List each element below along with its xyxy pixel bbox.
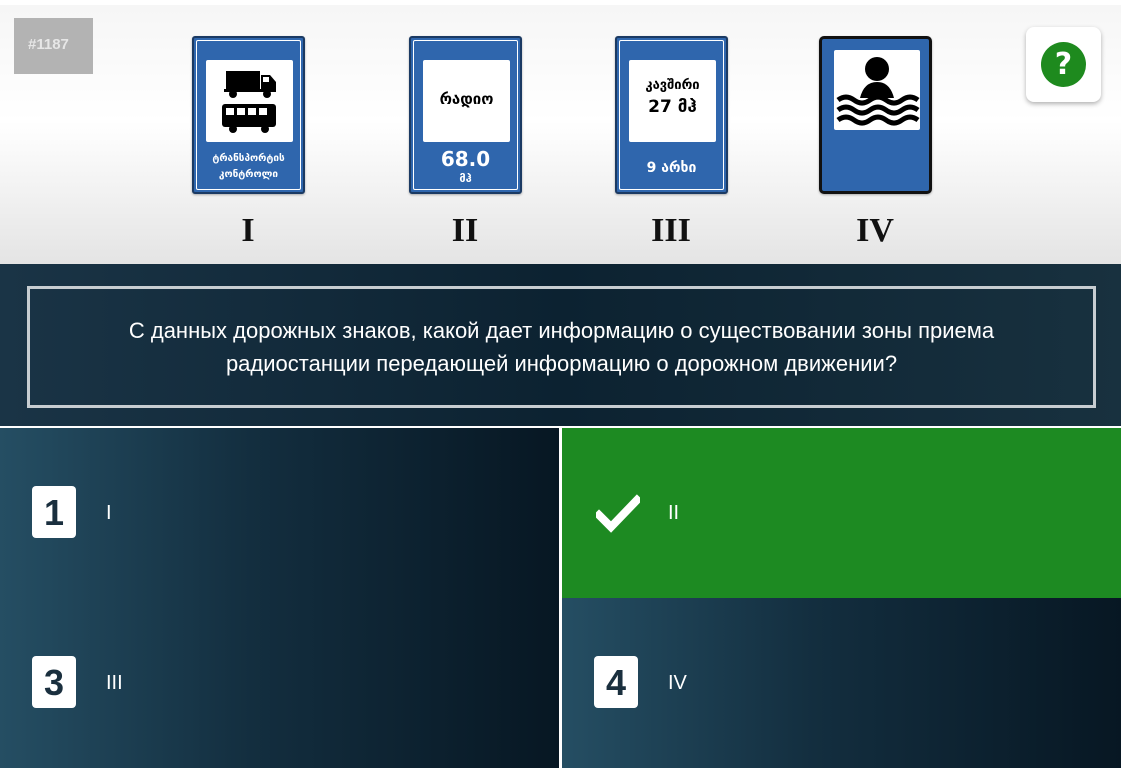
answer-4-number: 4 bbox=[594, 656, 638, 708]
question-text: С данных дорожных знаков, какой дает инф… bbox=[128, 318, 995, 376]
sign-2-numeral: II bbox=[451, 212, 479, 249]
answer-2-label: II bbox=[668, 502, 680, 524]
truck-bus-icon bbox=[206, 60, 293, 142]
sign-1-caption-line2: კონტროლი bbox=[218, 169, 279, 180]
question-area: С данных дорожных знаков, какой дает инф… bbox=[0, 264, 1121, 426]
swimming-person-icon bbox=[834, 50, 920, 130]
question-id-badge: #1187 bbox=[14, 18, 93, 74]
sign-2: რადიო 68.0 მჰ bbox=[409, 36, 522, 194]
sign-3-panel: კავშირი 27 მჰ bbox=[629, 60, 716, 142]
sign-3-panel-line2: 27 მჰ bbox=[648, 97, 697, 117]
sign-3-numeral: III bbox=[651, 212, 691, 249]
answer-1-label: I bbox=[106, 502, 112, 524]
sign-4-numeral: IV bbox=[856, 212, 894, 249]
answer-4-label: IV bbox=[668, 672, 687, 694]
signs-panel: #1187 ტრანსპორტის კონტროლი I რადიო 68.0 … bbox=[0, 5, 1121, 264]
sign-1-caption-line1: ტრანსპორტის bbox=[212, 153, 285, 164]
answer-3-label: III bbox=[106, 672, 123, 694]
answer-option-3[interactable]: 3 III bbox=[0, 598, 559, 768]
answer-option-2[interactable]: II bbox=[562, 428, 1121, 598]
help-button[interactable]: ? bbox=[1026, 27, 1101, 102]
checkmark-icon bbox=[596, 494, 640, 533]
answer-option-4[interactable]: 4 IV bbox=[562, 598, 1121, 768]
answer-option-1[interactable]: 1 I bbox=[0, 428, 559, 598]
sign-4 bbox=[819, 36, 932, 194]
sign-3-panel-line1: კავშირი bbox=[645, 78, 700, 93]
sign-2-panel-text: რადიო bbox=[439, 90, 494, 108]
sign-2-panel: რადიო bbox=[423, 60, 510, 142]
question-icon: ? bbox=[1041, 42, 1086, 87]
sign-2-unit: მჰ bbox=[459, 172, 472, 185]
question-box: С данных дорожных знаков, какой дает инф… bbox=[27, 286, 1096, 408]
sign-1: ტრანსპორტის კონტროლი bbox=[192, 36, 305, 194]
sign-3: კავშირი 27 მჰ 9 არხი bbox=[615, 36, 728, 194]
answer-1-number: 1 bbox=[32, 486, 76, 538]
sign-3-caption: 9 არხი bbox=[646, 160, 697, 176]
answer-3-number: 3 bbox=[32, 656, 76, 708]
sign-1-numeral: I bbox=[241, 212, 255, 249]
sign-2-frequency: 68.0 bbox=[440, 147, 491, 171]
